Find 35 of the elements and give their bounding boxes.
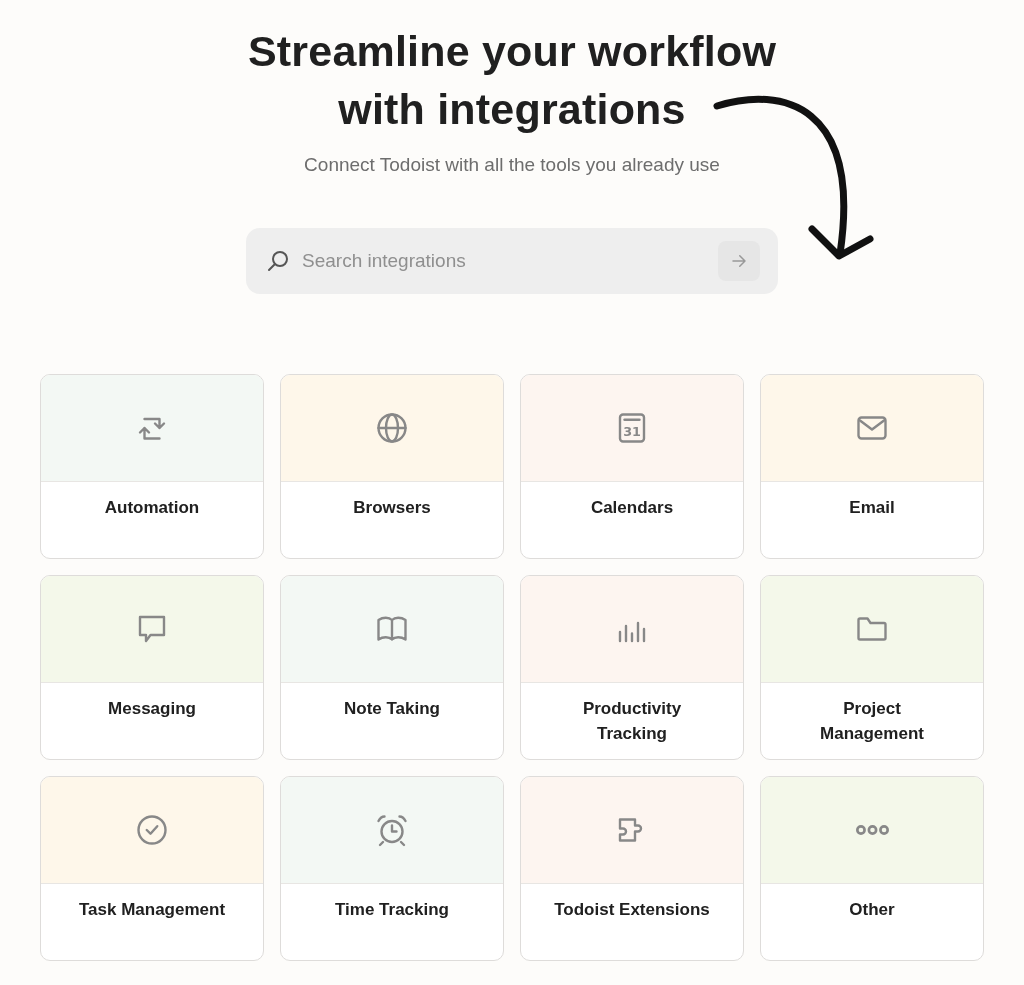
category-card[interactable]: Time Tracking (280, 776, 504, 961)
category-card[interactable]: Task Management (40, 776, 264, 961)
category-label: Other (848, 899, 896, 921)
search-icon (266, 249, 290, 273)
category-label: Productivity Tracking (581, 698, 683, 745)
submit-button[interactable] (718, 241, 760, 281)
category-card[interactable]: Productivity Tracking (520, 575, 744, 760)
category-label: Task Management (77, 899, 227, 921)
category-card[interactable]: Automation (40, 374, 264, 559)
category-card[interactable]: Browsers (280, 374, 504, 559)
subtitle: Connect Todoist with all the tools you already use (303, 154, 721, 176)
alarm-clock-icon (374, 812, 410, 848)
category-label: Email (848, 497, 896, 519)
dots-icon (855, 825, 889, 835)
category-label: Todoist Extensions (553, 899, 711, 921)
category-card[interactable]: Todoist Extensions (520, 776, 744, 961)
globe-icon (374, 410, 410, 446)
category-label: Time Tracking (334, 899, 450, 921)
category-label: Browsers (352, 497, 432, 519)
search-bar[interactable]: Search integrations (246, 228, 778, 294)
category-card[interactable]: Other (760, 776, 984, 961)
arrow-right-icon (730, 252, 748, 270)
category-card[interactable]: Note Taking (280, 575, 504, 760)
page-heading: Streamline your workflow with integrations (246, 26, 778, 135)
category-label: Calendars (589, 497, 675, 519)
category-card[interactable]: Email (760, 374, 984, 559)
category-label: Note Taking (343, 698, 441, 720)
category-card[interactable]: Project Management (760, 575, 984, 760)
category-label: Automation (103, 497, 201, 519)
check-circle-icon (134, 812, 170, 848)
category-card[interactable]: 31 Calendars (520, 374, 744, 559)
category-label: Messaging (107, 698, 197, 720)
category-card[interactable]: Messaging (40, 575, 264, 760)
search-field[interactable]: Search integrations (300, 249, 718, 273)
category-label: Project Management (819, 698, 925, 745)
